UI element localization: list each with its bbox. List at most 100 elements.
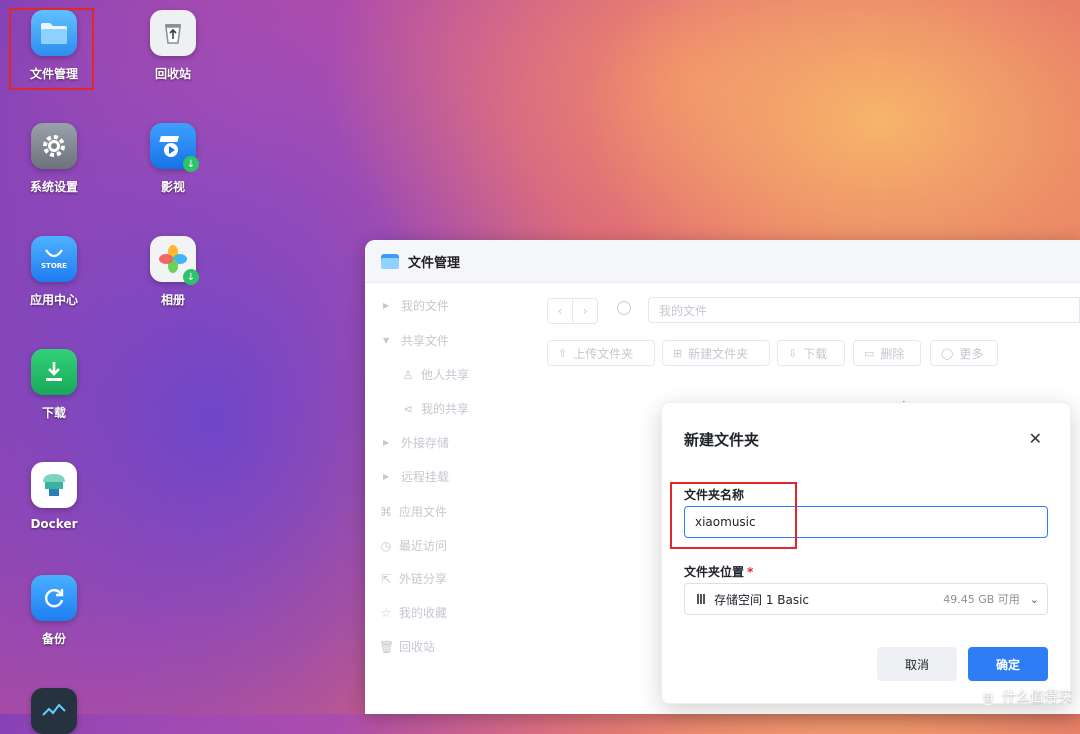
sidebar-item-label: 回收站 [399,640,436,654]
cancel-button[interactable]: 取消 [877,647,957,681]
upload-icon: ⇧ [558,346,568,360]
sidebar-item-favorites[interactable]: ☆ 我的收藏 [379,604,447,621]
trash-icon: 🗑 [379,639,395,654]
upload-folder-button[interactable]: ⇧ 上传文件夹 [547,340,655,366]
desktop-icon-label: 回收站 [154,67,191,81]
docker-icon [31,462,77,508]
back-button[interactable]: ‹ [548,299,572,323]
confirm-button[interactable]: 确定 [968,647,1048,681]
watermark-text: 什么值得买 [1002,689,1072,705]
monitor-icon [31,688,77,734]
backup-icon [31,575,77,621]
share-icon: ⋖ [402,401,414,416]
highlight-box-file-manager [9,8,94,90]
chevron-down-icon: ⌄ [1029,592,1039,606]
desktop-icon-photos[interactable]: ↓ 相册 [123,236,223,308]
desktop-icon-label: 下载 [41,406,66,420]
store-icon: STORE [31,236,77,282]
delete-label: 删除 [880,346,905,361]
sidebar-item-link-share[interactable]: ⇱ 外链分享 [379,570,447,587]
desktop-icon-backup[interactable]: 备份 [4,575,104,647]
dialog-title: 新建文件夹 [684,431,760,449]
folder-location-select[interactable]: 存储空间 1 Basic 49.45 GB 可用 ⌄ [684,583,1048,615]
location-free-space: 49.45 GB 可用 [943,593,1020,606]
caret-right-icon: ▶ [383,438,390,447]
caret-right-icon: ▶ [383,301,390,310]
required-asterisk: * [747,565,754,579]
more-label: 更多 [959,346,984,361]
new-folder-label: 新建文件夹 [688,346,749,361]
download-badge-icon: ↓ [183,269,199,285]
sidebar-item-external-storage[interactable]: ▶ 外接存储 [383,434,449,451]
new-folder-icon: ⊞ [673,346,683,360]
user-share-icon: ♙ [402,367,414,382]
path-text: 我的文件 [659,303,708,318]
sidebar-item-label: 我的文件 [401,299,450,313]
link-share-icon: ⇱ [380,571,392,586]
download-badge-icon: ↓ [183,156,199,172]
folder-icon [381,254,399,269]
sidebar-item-app-files[interactable]: ⌘ 应用文件 [379,503,447,520]
new-folder-button[interactable]: ⊞ 新建文件夹 [662,340,770,366]
sidebar-item-remote-mount[interactable]: ▶ 远程挂载 [383,468,449,485]
trash-icon: ▭ [864,346,875,360]
more-icon: ◯ [941,346,954,360]
sidebar-item-my-files[interactable]: ▶ 我的文件 [383,297,449,314]
watermark: 值 什么值得买 [979,686,1072,706]
close-icon[interactable]: ✕ [1029,429,1042,448]
forward-button[interactable]: › [572,299,597,323]
nav-buttons: ‹ › [547,298,598,324]
caret-right-icon: ▶ [383,472,390,481]
path-bar[interactable]: 我的文件 [648,297,1080,323]
sidebar-item-label: 外接存储 [401,436,450,450]
more-button[interactable]: ◯ 更多 [930,340,998,366]
desktop-icon-label: 相册 [160,293,185,307]
desktop-icon-recycle-bin[interactable]: 回收站 [123,10,223,82]
delete-button[interactable]: ▭ 删除 [853,340,921,366]
sidebar-item-label: 应用文件 [399,505,448,519]
sidebar-item-label: 最近访问 [399,539,448,553]
sidebar-item-label: 他人共享 [421,368,470,382]
desktop-icon-monitor[interactable] [4,688,104,734]
location-value: 存储空间 1 Basic [714,592,810,607]
video-icon: ↓ [150,123,199,172]
sidebar-item-label: 远程挂载 [401,470,450,484]
desktop-icon-label: 系统设置 [29,180,78,194]
apps-icon: ⌘ [380,504,392,519]
desktop-icon-label: 影视 [160,180,185,194]
desktop-icon-settings[interactable]: 系统设置 [4,123,104,195]
download-label: 下载 [803,346,828,361]
gear-icon [31,123,77,169]
sidebar-item-shared-with-me[interactable]: ♙ 他人共享 [401,366,469,383]
photos-icon: ↓ [150,236,199,285]
desktop-icon-download[interactable]: 下载 [4,349,104,421]
window-titlebar[interactable]: 文件管理 [365,240,1080,283]
sidebar-item-label: 外链分享 [399,572,448,586]
highlight-box-folder-name [670,482,797,549]
upload-folder-label: 上传文件夹 [573,346,634,361]
store-badge-text: STORE [41,262,67,270]
sidebar-item-my-shares[interactable]: ⋖ 我的共享 [401,400,469,417]
desktop-icon-label: 备份 [41,632,66,646]
desktop-icon-label: 应用中心 [29,293,78,307]
sidebar-item-recent[interactable]: ◷ 最近访问 [379,537,447,554]
watermark-logo-icon: 值 [979,687,997,705]
caret-down-icon: ▼ [383,336,390,345]
desktop-icon-app-center[interactable]: STORE 应用中心 [4,236,104,308]
folder-location-label-text: 文件夹位置 [684,565,745,579]
clock-icon: ◷ [380,538,392,553]
recycle-bin-icon [150,10,196,56]
sidebar-item-label: 我的共享 [421,402,470,416]
star-icon: ☆ [380,605,392,620]
desktop-icon-label: Docker [30,517,78,531]
desktop-icon-docker[interactable]: Docker [4,462,104,531]
storage-icon [697,594,706,604]
download-icon: ⇩ [788,346,798,360]
desktop-icon-video[interactable]: ↓ 影视 [123,123,223,195]
sidebar-item-recycle-bin[interactable]: 🗑 回收站 [379,638,435,655]
sidebar-item-shared-files[interactable]: ▼ 共享文件 [383,332,449,349]
new-folder-dialog: 新建文件夹 ✕ 文件夹名称 文件夹位置* 存储空间 1 Basic 49.45 … [661,402,1071,704]
refresh-icon[interactable] [617,301,631,315]
download-button[interactable]: ⇩ 下载 [777,340,845,366]
sidebar-item-label: 我的收藏 [399,606,448,620]
